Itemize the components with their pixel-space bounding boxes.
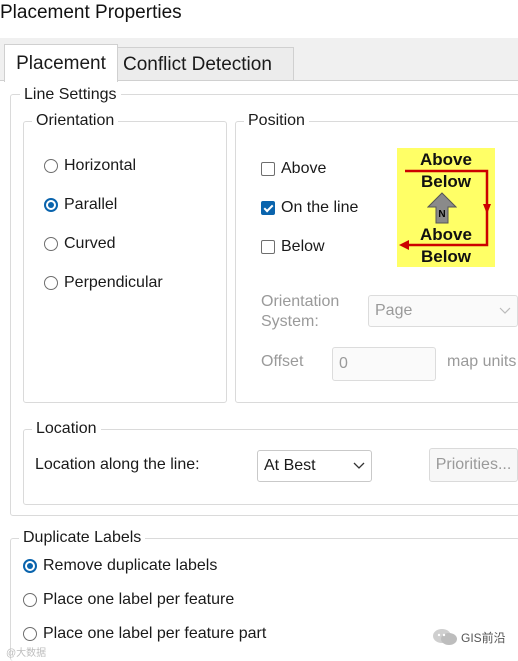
- wechat-icon: [433, 629, 457, 645]
- checkbox-label: Below: [281, 238, 325, 255]
- location-along-line-value: At Best: [264, 457, 316, 474]
- offset-value: 0: [339, 355, 348, 372]
- offset-input[interactable]: 0: [332, 347, 436, 381]
- radio-label: Horizontal: [64, 157, 137, 174]
- orientation-legend: Orientation: [32, 112, 119, 130]
- brand-text: GIS前沿: [461, 630, 506, 645]
- radio-indicator[interactable]: [44, 276, 58, 290]
- tab-placement[interactable]: Placement: [4, 44, 118, 82]
- checkbox-label: Above: [281, 160, 327, 177]
- position-below-checkbox[interactable]: Below: [261, 238, 325, 256]
- tab-conflict-detection[interactable]: Conflict Detection: [116, 47, 294, 81]
- radio-indicator[interactable]: [23, 627, 37, 641]
- radio-indicator[interactable]: [23, 593, 37, 607]
- orientation-perpendicular-radio[interactable]: Perpendicular: [44, 274, 163, 292]
- position-above-checkbox[interactable]: Above: [261, 160, 326, 178]
- location-legend: Location: [32, 420, 101, 438]
- radio-label: Remove duplicate labels: [43, 557, 218, 574]
- radio-label: Parallel: [64, 196, 118, 213]
- radio-label: Curved: [64, 235, 116, 252]
- north-letter: N: [438, 209, 445, 220]
- radio-indicator-selected[interactable]: [44, 198, 58, 212]
- orientation-system-combo[interactable]: Page: [368, 295, 518, 327]
- duplicate-labels-legend: Duplicate Labels: [19, 529, 146, 547]
- offset-label: Offset: [261, 353, 304, 370]
- priorities-button[interactable]: Priorities...: [429, 448, 518, 482]
- chevron-down-icon: [499, 307, 511, 314]
- radio-indicator[interactable]: [44, 237, 58, 251]
- window-title: Placement Properties: [0, 2, 182, 23]
- position-on-the-line-checkbox[interactable]: On the line: [261, 199, 358, 217]
- orientation-system-value: Page: [375, 302, 413, 319]
- remove-duplicate-labels-radio[interactable]: Remove duplicate labels: [23, 557, 217, 575]
- location-along-line-combo[interactable]: At Best: [257, 450, 372, 482]
- orientation-parallel-radio[interactable]: Parallel: [44, 196, 117, 214]
- radio-indicator-selected[interactable]: [23, 559, 37, 573]
- brand-overlay: GIS前沿: [432, 628, 506, 646]
- chevron-down-icon: [353, 462, 365, 469]
- position-legend: Position: [244, 112, 309, 130]
- orientation-curved-radio[interactable]: Curved: [44, 235, 116, 253]
- north-arrow-icon: N: [427, 192, 457, 224]
- one-label-per-feature-radio[interactable]: Place one label per feature: [23, 591, 234, 609]
- checkbox-box-checked[interactable]: [261, 201, 275, 215]
- offset-units-label: map units: [447, 353, 517, 370]
- checkbox-box[interactable]: [261, 240, 275, 254]
- position-preview-graphic: Above Below Above Below N: [397, 148, 495, 267]
- orientation-system-label: Orientation System:: [261, 293, 340, 330]
- checkbox-box[interactable]: [261, 162, 275, 176]
- radio-label: Perpendicular: [64, 274, 163, 291]
- line-settings-legend: Line Settings: [20, 86, 121, 104]
- checkbox-label: On the line: [281, 199, 359, 216]
- radio-label: Place one label per feature part: [43, 625, 267, 642]
- orientation-horizontal-radio[interactable]: Horizontal: [44, 157, 136, 175]
- radio-label: Place one label per feature: [43, 591, 235, 608]
- radio-indicator[interactable]: [44, 159, 58, 173]
- location-along-line-label: Location along the line:: [35, 456, 200, 473]
- watermark-text: @大数据: [6, 648, 47, 659]
- one-label-per-feature-part-radio[interactable]: Place one label per feature part: [23, 625, 266, 643]
